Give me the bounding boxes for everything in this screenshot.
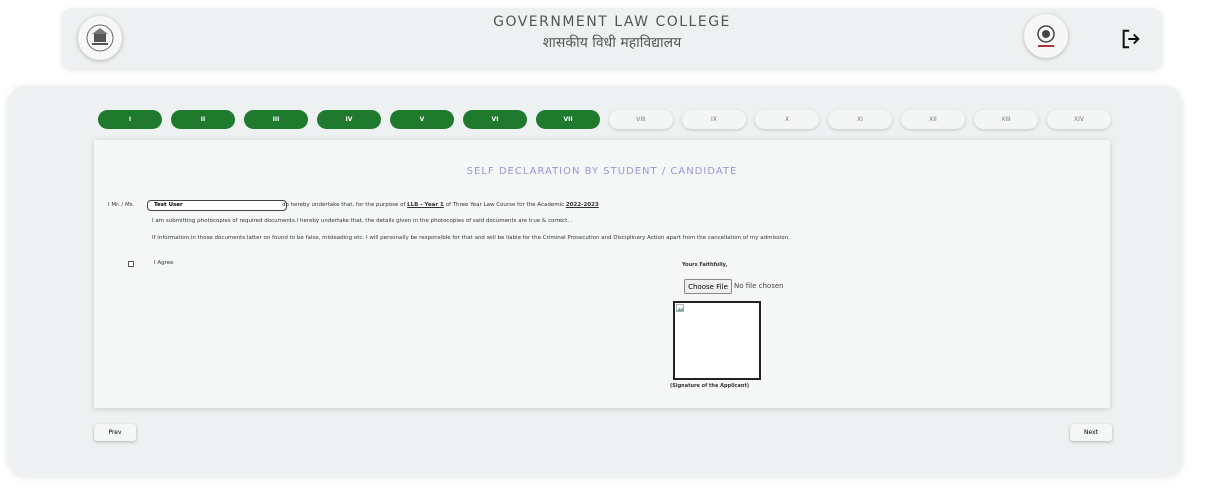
broken-image-icon <box>676 304 684 312</box>
student-name-input[interactable]: Test User <box>147 200 287 211</box>
prev-button[interactable]: Prev <box>94 424 136 441</box>
course-suffix-text: of Three Year Law Course for the Academi… <box>445 202 565 208</box>
declaration-line1: do hereby undertake that, for the purpos… <box>282 202 599 208</box>
choose-file-button[interactable]: Choose File <box>684 279 732 294</box>
form-heading: SELF DECLARATION BY STUDENT / CANDIDATE <box>466 166 738 177</box>
logout-button[interactable] <box>1120 28 1142 50</box>
step-tab-viii[interactable]: VIII <box>609 110 673 129</box>
agree-checkbox[interactable] <box>128 261 134 267</box>
step-tab-xii[interactable]: XII <box>901 110 965 129</box>
maharashtra-emblem-icon <box>1037 25 1055 47</box>
step-tab-xi[interactable]: XI <box>828 110 892 129</box>
declaration-line2: I am submitting photocopies of required … <box>152 218 573 224</box>
next-button[interactable]: Next <box>1070 424 1112 441</box>
course-name: LLB - Year 1 <box>407 202 444 208</box>
agree-label: I Agree <box>154 260 174 266</box>
step-tab-vi[interactable]: VI <box>463 110 527 129</box>
undertake-text: do hereby undertake that, for the purpos… <box>282 202 406 208</box>
college-name-english: GOVERNMENT LAW COLLEGE <box>493 14 731 30</box>
logout-icon <box>1122 29 1140 49</box>
step-tab-iii[interactable]: III <box>244 110 308 129</box>
maharashtra-emblem-logo <box>1024 14 1068 58</box>
declaration-form: SELF DECLARATION BY STUDENT / CANDIDATE … <box>94 140 1110 408</box>
yours-faithfully-text: Yours Faithfully, <box>682 262 728 268</box>
step-tab-v[interactable]: V <box>390 110 454 129</box>
college-name-hindi: शासकीय विधी महाविद्यालय <box>542 35 682 51</box>
signature-image <box>673 301 761 380</box>
salutation-label: I Mr. / Ms. <box>108 202 135 208</box>
step-tab-xiv[interactable]: XIV <box>1047 110 1111 129</box>
signature-caption: (Signature of the Applicant) <box>670 383 750 389</box>
step-tab-i[interactable]: I <box>98 110 162 129</box>
main-card: I II III IV V VI VII VIII IX X XI XII XIII XIV SELF D… <box>8 86 1182 476</box>
step-tab-ii[interactable]: II <box>171 110 235 129</box>
step-tab-iv[interactable]: IV <box>317 110 381 129</box>
step-tab-vii[interactable]: VII <box>536 110 600 129</box>
header-bar: GOVERNMENT LAW COLLEGE शासकीय विधी महावि… <box>62 8 1162 68</box>
academic-year: 2022-2023 <box>565 202 599 208</box>
no-file-chosen-text: No file chosen <box>734 282 784 290</box>
declaration-line3: If information in those documents latter… <box>152 235 790 241</box>
step-tab-xiii[interactable]: XIII <box>974 110 1038 129</box>
step-tab-x[interactable]: X <box>755 110 819 129</box>
step-tab-ix[interactable]: IX <box>682 110 746 129</box>
